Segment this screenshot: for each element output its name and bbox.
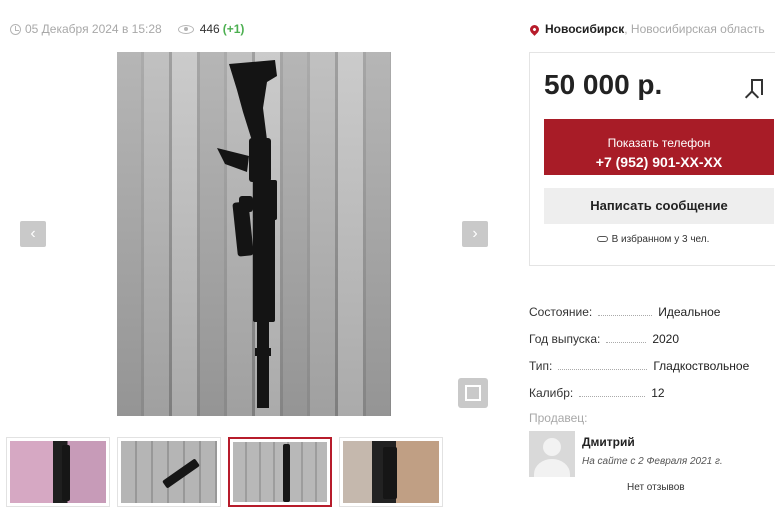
spec-value: Гладкоствольное [653,359,750,373]
rifle-mini [383,447,397,499]
spec-dots [606,342,647,343]
thumbnail-3[interactable] [228,437,332,507]
main-photo[interactable] [117,52,391,416]
thumbnail-image [121,441,217,503]
chevron-left-icon: ‹ [30,225,36,242]
show-phone-button[interactable]: Показать телефон +7 (952) 901-XX-XX [544,119,774,175]
fullscreen-icon-corner [473,393,481,401]
spec-key: Состояние: [529,305,593,319]
location: Новосибирск , Новосибирская область [528,22,765,36]
spec-key: Год выпуска: [529,332,601,346]
thumbnail-4[interactable] [339,437,443,507]
bookmark-icon[interactable] [751,79,763,95]
show-phone-label: Показать телефон [607,135,711,150]
clock-icon [10,23,21,35]
location-city[interactable]: Новосибирск [545,22,624,36]
seller-reviews[interactable]: Нет отзывов [627,482,685,493]
seller-heading: Продавец: [529,411,588,425]
view-count: 446 [199,22,220,36]
spec-dots [579,396,646,397]
binoculars-icon [596,236,608,243]
avatar-head [543,438,561,456]
rifle-mini [62,445,70,501]
fullscreen-icon [465,385,473,393]
spec-type: Тип: Гладкоствольное [529,346,775,373]
view-delta: (+1) [222,22,245,36]
spec-key: Тип: [529,359,553,373]
spec-dots [598,315,653,316]
fullscreen-icon-corner [473,385,481,393]
fullscreen-button[interactable] [458,378,488,408]
location-region: , Новосибирская область [624,22,765,36]
thumbnail-1[interactable] [6,437,110,507]
gallery-prev-button[interactable]: ‹ [20,221,46,247]
spec-key: Калибр: [529,386,574,400]
spec-dots [558,369,648,370]
rifle-mini [283,444,290,502]
favorites-count: В избранном у 3 чел. [530,234,775,245]
spec-value: Идеальное [658,305,721,319]
spec-value: 12 [651,386,665,400]
posted-date: 05 Декабря 2024 в 15:28 [25,22,162,36]
seller-since: На сайте с 2 Февраля 2021 г. [582,456,723,467]
rifle-image [217,60,277,408]
fullscreen-icon-corner [465,393,473,401]
thumbnail-image [233,442,327,502]
avatar-body [534,459,570,477]
specs-list: Состояние: Идеальное Год выпуска: 2020 Т… [529,292,775,400]
rifle-mini [162,458,200,489]
listing-meta: 05 Декабря 2024 в 15:28 446 (+1) [10,22,244,36]
write-message-button[interactable]: Написать сообщение [544,188,774,224]
spec-caliber: Калибр: 12 [529,373,775,400]
thumbnail-image [10,441,106,503]
seller-name[interactable]: Дмитрий [582,435,635,449]
price: 50 000 р. [544,69,663,100]
chevron-right-icon: › [472,225,478,242]
gallery-next-button[interactable]: › [462,221,488,247]
spec-value: 2020 [652,332,680,346]
thumbnail-strip [6,437,443,507]
phone-number: +7 (952) 901-XX-XX [595,153,723,170]
eye-icon [177,24,194,34]
thumbnail-2[interactable] [117,437,221,507]
spec-year: Год выпуска: 2020 [529,319,775,346]
thumbnail-image [343,441,439,503]
map-pin-icon [528,22,541,36]
favorites-text: В избранном у 3 чел. [611,234,710,245]
spec-condition: Состояние: Идеальное [529,292,775,319]
avatar[interactable] [529,431,575,477]
price-card: 50 000 р. Показать телефон +7 (952) 901-… [529,52,775,266]
